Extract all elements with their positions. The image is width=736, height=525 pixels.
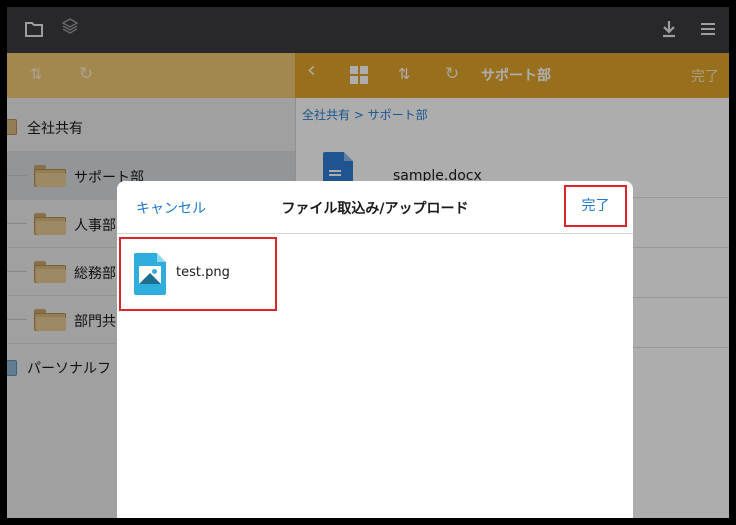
image-file-icon [134, 253, 166, 295]
import-upload-dialog: キャンセル ファイル取込み/アップロード 完了 test.png [117, 181, 633, 518]
dialog-title: ファイル取込み/アップロード [281, 201, 469, 217]
app-screen: ⇅ ↻ ‹ ⇅ ↻ サポート部 完了 全社共有 サポート部 人事部 総務部 部門… [7, 7, 729, 518]
file-name: test.png [176, 265, 230, 280]
dialog-done-button[interactable]: 完了 [564, 185, 627, 227]
dialog-header: キャンセル ファイル取込み/アップロード 完了 [117, 181, 633, 234]
selectable-file[interactable]: test.png [119, 237, 277, 311]
